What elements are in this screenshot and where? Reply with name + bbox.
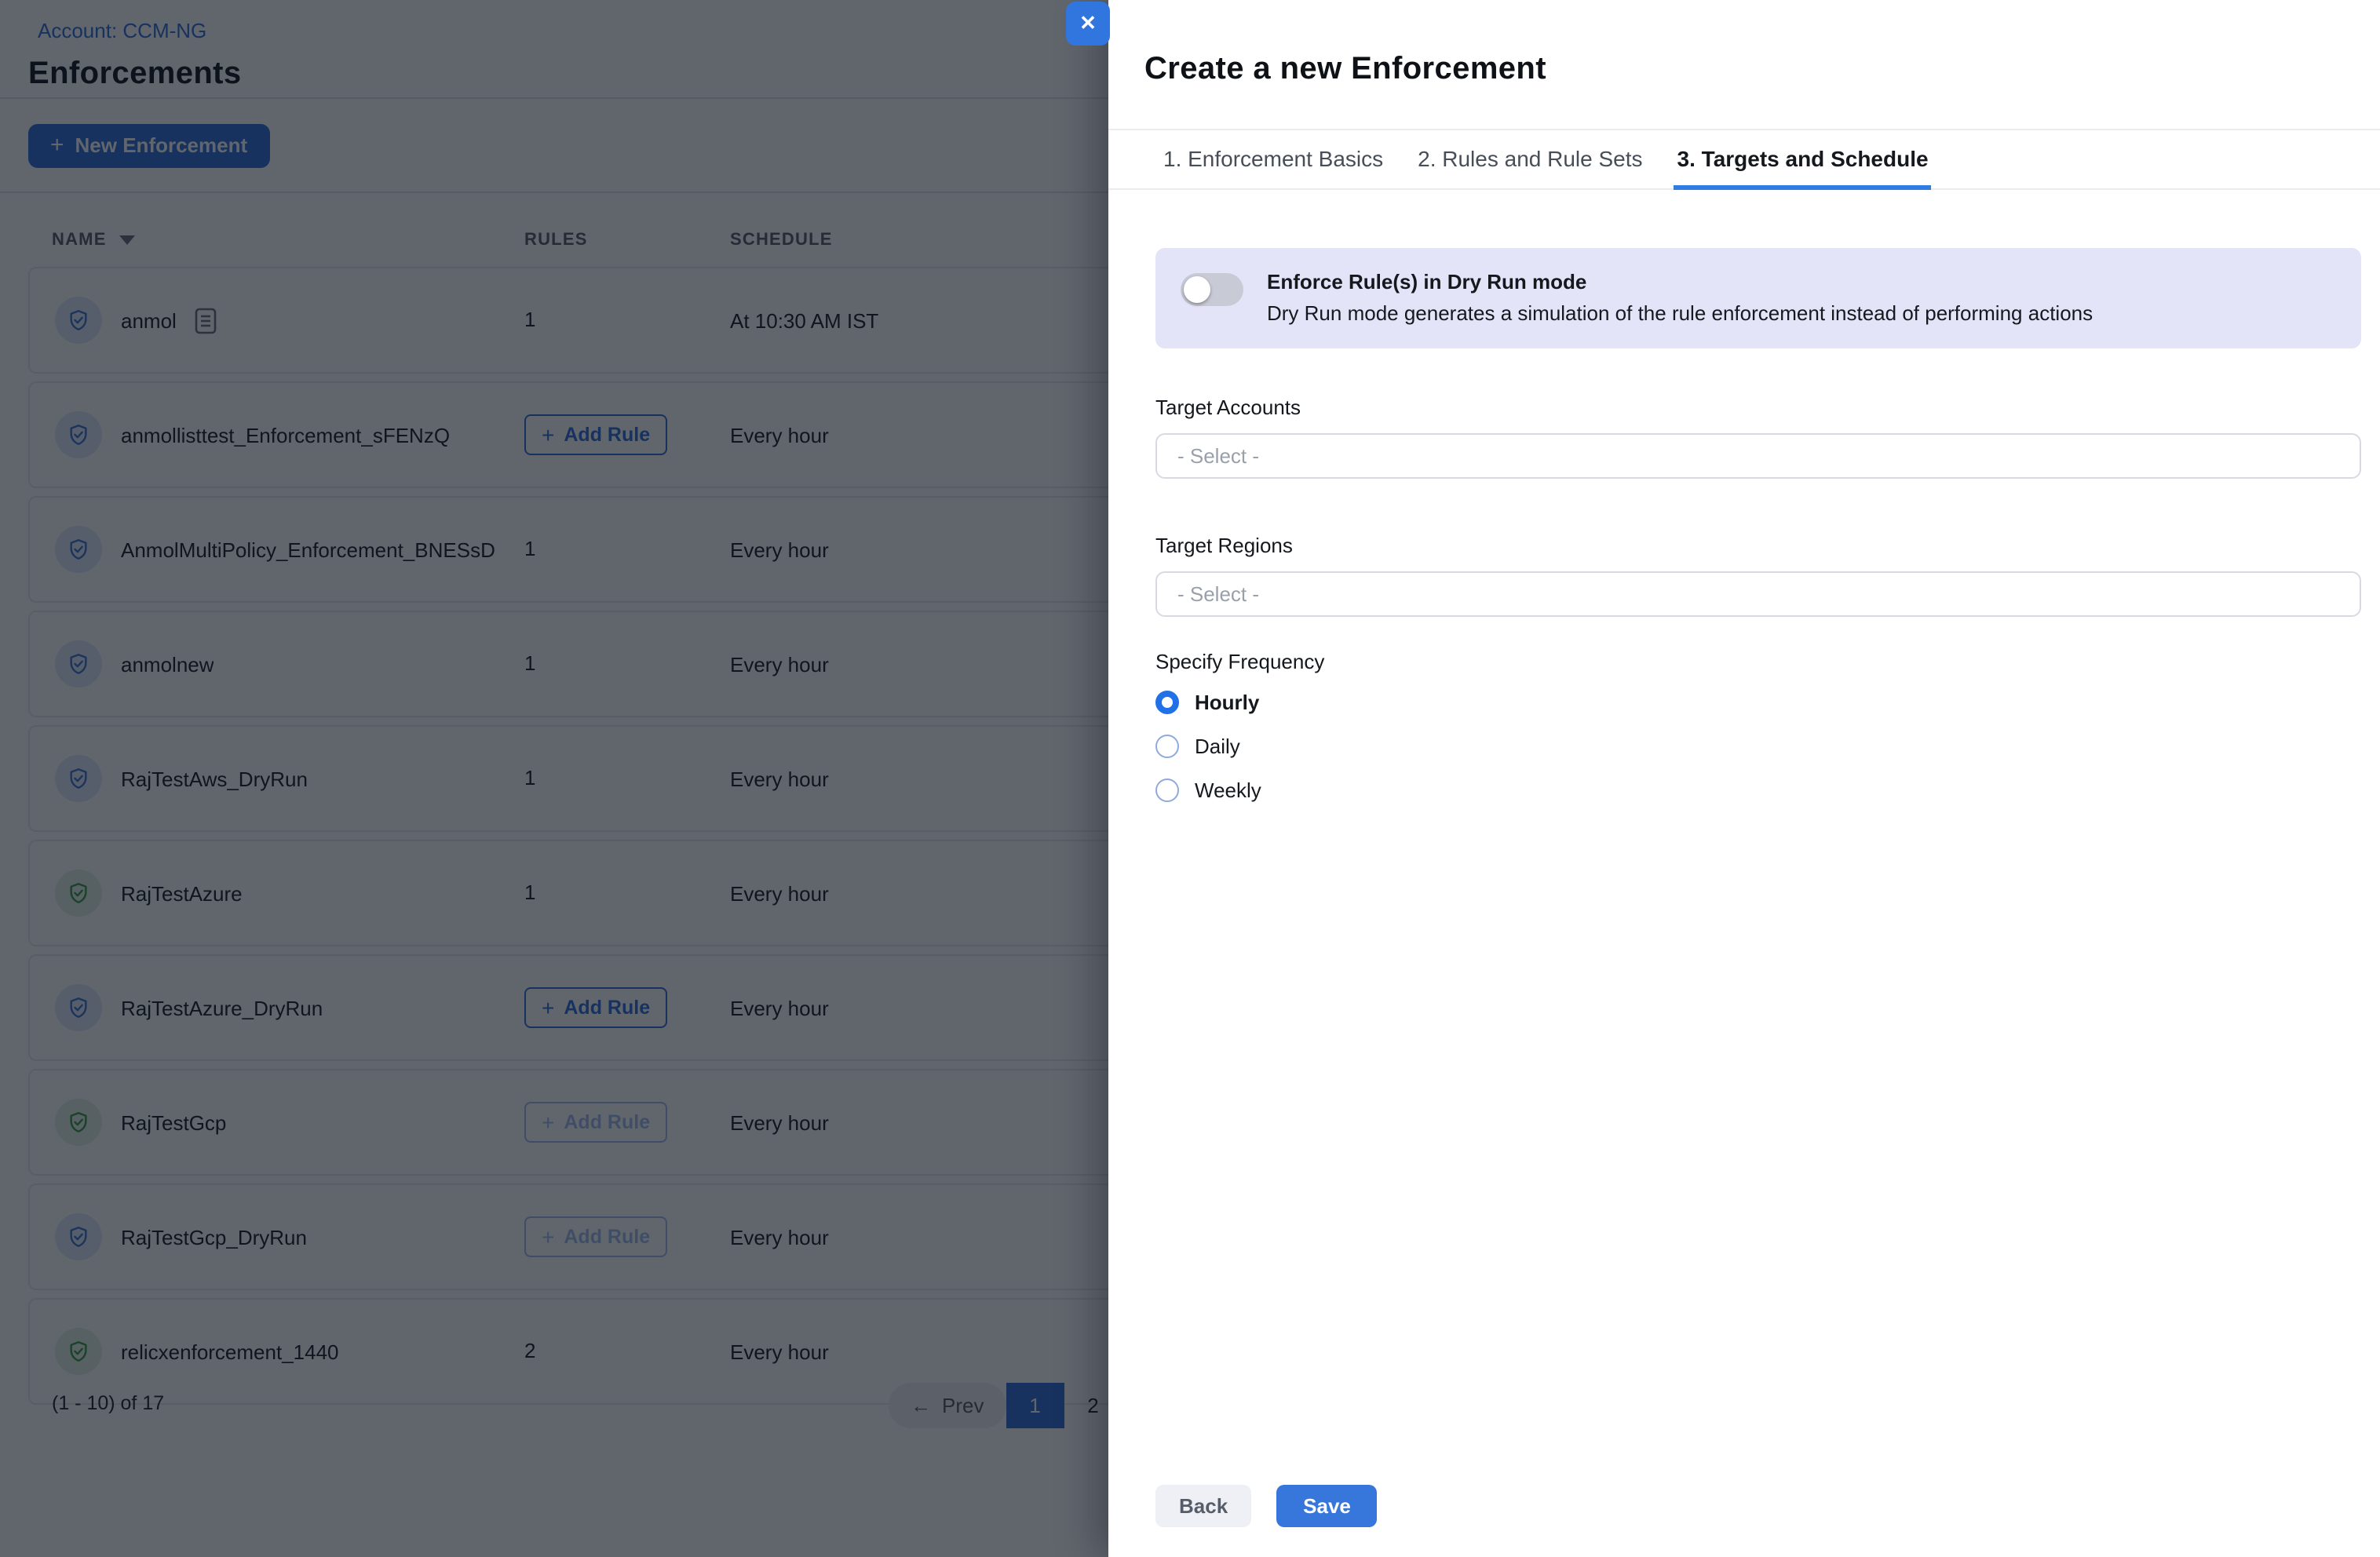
dry-run-banner: Enforce Rule(s) in Dry Run mode Dry Run …	[1155, 248, 2361, 348]
tab-2[interactable]: 2. Rules and Rule Sets	[1414, 130, 1645, 190]
frequency-label: Specify Frequency	[1155, 650, 2361, 673]
select-placeholder: - Select -	[1177, 582, 1259, 606]
save-button[interactable]: Save	[1276, 1485, 1378, 1527]
target-accounts-select[interactable]: - Select -	[1155, 433, 2361, 479]
back-button[interactable]: Back	[1155, 1485, 1251, 1527]
drawer-body: Enforce Rule(s) in Dry Run mode Dry Run …	[1108, 190, 2380, 802]
target-regions-select[interactable]: - Select -	[1155, 571, 2361, 617]
drawer-title: Create a new Enforcement	[1144, 52, 1546, 86]
target-regions-field: Target Regions - Select -	[1155, 534, 2361, 617]
radio-icon[interactable]	[1155, 690, 1179, 713]
drawer-tabs: 1. Enforcement Basics 2. Rules and Rule S…	[1108, 130, 2380, 190]
select-placeholder: - Select -	[1177, 444, 1259, 468]
target-regions-label: Target Regions	[1155, 534, 2361, 557]
tab-1[interactable]: 1. Enforcement Basics	[1160, 130, 1386, 190]
frequency-option-hourly[interactable]: Hourly	[1155, 689, 2361, 714]
dry-run-title: Enforce Rule(s) in Dry Run mode	[1267, 267, 2093, 298]
radio-icon[interactable]	[1155, 734, 1179, 757]
screen: Account: CCM-NG Enforcements + New Enfor…	[0, 0, 2380, 1557]
close-icon[interactable]: ✕	[1066, 2, 1110, 46]
radio-icon[interactable]	[1155, 778, 1179, 801]
tab-3[interactable]: 3. Targets and Schedule	[1674, 130, 1932, 190]
modal-backdrop[interactable]	[0, 0, 1108, 1557]
radio-label: Hourly	[1195, 690, 1259, 713]
dry-run-toggle[interactable]	[1181, 273, 1243, 306]
target-accounts-field: Target Accounts - Select -	[1155, 396, 2361, 479]
frequency-option-daily[interactable]: Daily	[1155, 733, 2361, 758]
frequency-section: Specify Frequency Hourly Daily Weekly	[1155, 650, 2361, 802]
drawer-footer: Back Save	[1155, 1485, 1378, 1527]
dry-run-description: Dry Run mode generates a simulation of t…	[1267, 298, 2093, 330]
target-accounts-label: Target Accounts	[1155, 396, 2361, 419]
toggle-knob	[1184, 276, 1210, 303]
radio-label: Daily	[1195, 734, 1240, 757]
frequency-options: Hourly Daily Weekly	[1155, 689, 2361, 802]
drawer-header: Create a new Enforcement	[1108, 0, 2380, 130]
frequency-option-weekly[interactable]: Weekly	[1155, 777, 2361, 802]
create-enforcement-drawer: Create a new Enforcement 1. Enforcement …	[1108, 0, 2380, 1557]
radio-label: Weekly	[1195, 778, 1261, 801]
